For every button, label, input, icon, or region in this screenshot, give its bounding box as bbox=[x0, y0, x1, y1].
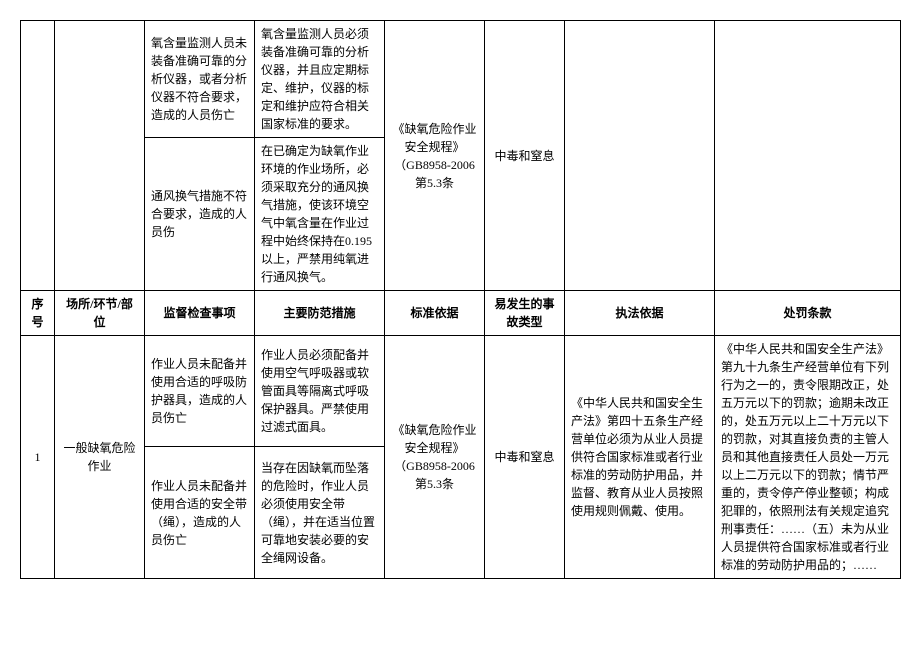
cell-inspection: 作业人员未配备并使用合适的呼吸防护器具，造成的人员伤亡 bbox=[145, 336, 255, 447]
cell-inspection: 作业人员未配备并使用合适的安全带 （绳），造成的人员伤亡 bbox=[145, 447, 255, 579]
regulation-table: 氧含量监测人员未装备准确可靠的分析仪器，或者分析仪器不符合要求，造成的人员伤亡 … bbox=[20, 20, 901, 579]
col-accident: 易发生的事故类型 bbox=[485, 291, 565, 336]
col-index: 序号 bbox=[21, 291, 55, 336]
table-row: 1 一般缺氧危险作业 作业人员未配备并使用合适的呼吸防护器具，造成的人员伤亡 作… bbox=[21, 336, 901, 447]
cell-accident: 中毒和窒息 bbox=[485, 336, 565, 579]
cell-inspection: 通风换气措施不符合要求，造成的人员伤 bbox=[145, 138, 255, 291]
col-inspection: 监督检查事项 bbox=[145, 291, 255, 336]
cell-location: 一般缺氧危险作业 bbox=[55, 336, 145, 579]
col-standard: 标准依据 bbox=[385, 291, 485, 336]
cell-penalty: 《中华人民共和国安全生产法》第九十九条生产经营单位有下列行为之一的，责令限期改正… bbox=[715, 336, 901, 579]
cell-law: 《中华人民共和国安全生产法》第四十五条生产经营单位必须为从业人员提供符合国家标准… bbox=[565, 336, 715, 579]
cell-index: 1 bbox=[21, 336, 55, 579]
cell-measure: 在已确定为缺氧作业环境的作业场所，必须采取充分的通风换气措施，使该环境空气中氧含… bbox=[255, 138, 385, 291]
col-location: 场所/环节/部位 bbox=[55, 291, 145, 336]
table-row: 氧含量监测人员未装备准确可靠的分析仪器，或者分析仪器不符合要求，造成的人员伤亡 … bbox=[21, 21, 901, 138]
cell-measure: 当存在因缺氧而坠落的危险时，作业人员必须使用安全带（绳），并在适当位置可靠地安装… bbox=[255, 447, 385, 579]
cell-standard: 《缺氧危险作业安全规程》（GB8958-2006 第5.3条 bbox=[385, 336, 485, 579]
cell-standard: 《缺氧危险作业安全规程》（GB8958-2006 第5.3条 bbox=[385, 21, 485, 291]
table-header: 序号 场所/环节/部位 监督检查事项 主要防范措施 标准依据 易发生的事故类型 … bbox=[21, 291, 901, 336]
cell-inspection: 氧含量监测人员未装备准确可靠的分析仪器，或者分析仪器不符合要求，造成的人员伤亡 bbox=[145, 21, 255, 138]
col-penalty: 处罚条款 bbox=[715, 291, 901, 336]
cell-measure: 作业人员必须配备并使用空气呼吸器或软管面具等隔离式呼吸保护器具。严禁使用过滤式面… bbox=[255, 336, 385, 447]
cell-accident: 中毒和窒息 bbox=[485, 21, 565, 291]
col-law: 执法依据 bbox=[565, 291, 715, 336]
col-measure: 主要防范措施 bbox=[255, 291, 385, 336]
cell-measure: 氧含量监测人员必须装备准确可靠的分析仪器，并且应定期标定、维护，仪器的标定和维护… bbox=[255, 21, 385, 138]
